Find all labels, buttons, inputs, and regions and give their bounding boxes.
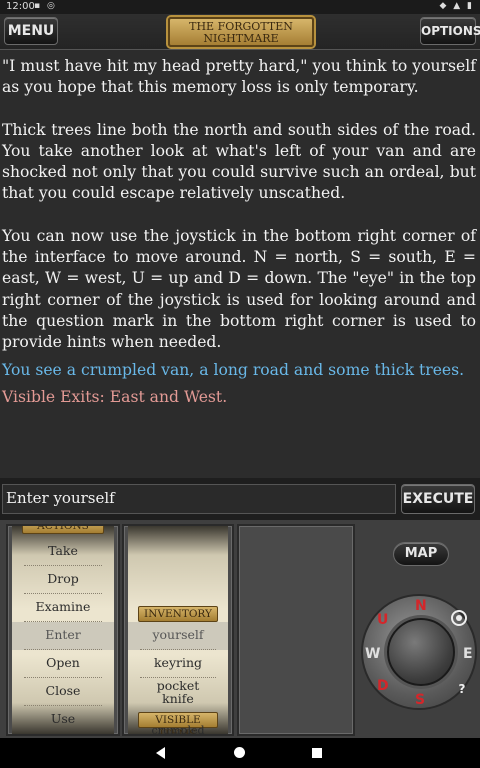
command-row: Enter yourself EXECUTE bbox=[0, 478, 480, 520]
inventory-item-label: keyring bbox=[153, 655, 203, 670]
story-paragraph: You can now use the joystick in the bott… bbox=[2, 226, 476, 352]
game-title-plaque: THE FORGOTTEN NIGHTMARE bbox=[168, 17, 314, 47]
home-icon[interactable] bbox=[234, 747, 245, 758]
verb-examine[interactable]: Examine bbox=[12, 594, 114, 622]
navigation-bar bbox=[0, 738, 480, 768]
verb-label: Drop bbox=[47, 571, 79, 586]
up-button[interactable]: U bbox=[377, 612, 388, 628]
north-button[interactable]: N bbox=[415, 598, 427, 614]
recents-icon[interactable] bbox=[312, 748, 322, 758]
verb-open[interactable]: Open bbox=[12, 650, 114, 678]
system-icons: ◆ ▲ ▮ bbox=[439, 1, 474, 11]
inventory-item-line: knife bbox=[162, 691, 194, 706]
you-see-text: You see a crumpled van, a long road and … bbox=[2, 360, 465, 379]
down-button[interactable]: D bbox=[377, 678, 389, 694]
verb-label: Take bbox=[48, 543, 78, 558]
verb-enter-selected[interactable]: Enter bbox=[12, 622, 114, 650]
joystick-knob[interactable] bbox=[387, 618, 455, 686]
back-icon[interactable] bbox=[156, 747, 165, 759]
west-button[interactable]: W bbox=[365, 646, 380, 662]
east-button[interactable]: E bbox=[463, 646, 473, 662]
empty-panel bbox=[237, 524, 355, 736]
verb-label: Open bbox=[46, 655, 80, 670]
verb-take[interactable]: Take bbox=[12, 538, 114, 566]
south-button[interactable]: S bbox=[415, 692, 425, 708]
joystick[interactable]: N S E W U D ? bbox=[361, 594, 477, 710]
inventory-item-label: yourself bbox=[152, 627, 204, 642]
verb-label: Close bbox=[45, 683, 81, 698]
title-line-2: NIGHTMARE bbox=[203, 32, 279, 45]
inventory-wheel-frame: INVENTORY yourself keyring pocket knife … bbox=[122, 524, 234, 736]
notification-icons: ▪ ◎ bbox=[34, 1, 57, 11]
verb-label: Use bbox=[50, 711, 76, 726]
verb-label: Examine bbox=[35, 599, 91, 614]
inventory-item[interactable]: keyring bbox=[128, 650, 228, 678]
inventory-wheel[interactable]: INVENTORY yourself keyring pocket knife … bbox=[128, 526, 228, 734]
verb-use[interactable]: Use bbox=[12, 706, 114, 734]
actions-label: ACTIONS bbox=[22, 526, 104, 534]
verb-wheel[interactable]: ACTIONS Take Drop Examine Enter Open Clo… bbox=[12, 526, 114, 734]
story-text-area[interactable]: "I must have hit my head pretty hard," y… bbox=[0, 50, 480, 478]
menu-button[interactable]: MENU bbox=[4, 17, 58, 45]
inventory-item[interactable]: pocket knife bbox=[128, 678, 228, 708]
verb-label: Enter bbox=[45, 627, 81, 642]
inventory-label: INVENTORY bbox=[138, 606, 218, 622]
clock: 12:00 bbox=[6, 1, 35, 12]
visible-exits-text: Visible Exits: East and West. bbox=[2, 387, 228, 406]
execute-button[interactable]: EXECUTE bbox=[401, 484, 475, 514]
top-bar: MENU THE FORGOTTEN NIGHTMARE OPTIONS bbox=[0, 14, 480, 50]
hint-icon[interactable]: ? bbox=[455, 682, 469, 696]
map-button[interactable]: MAP bbox=[393, 542, 449, 566]
verb-drop[interactable]: Drop bbox=[12, 566, 114, 594]
status-bar: 12:00 ▪ ◎ ◆ ▲ ▮ bbox=[0, 0, 480, 14]
visible-item-partial[interactable]: crumpled bbox=[128, 724, 228, 734]
story-paragraph: Thick trees line both the north and sout… bbox=[2, 120, 476, 203]
control-panel: ACTIONS Take Drop Examine Enter Open Clo… bbox=[0, 520, 480, 738]
command-input[interactable]: Enter yourself bbox=[2, 484, 396, 514]
story-paragraph: "I must have hit my head pretty hard," y… bbox=[2, 57, 476, 97]
verb-wheel-frame: ACTIONS Take Drop Examine Enter Open Clo… bbox=[6, 524, 120, 736]
inventory-item-selected[interactable]: yourself bbox=[128, 622, 228, 650]
verb-close[interactable]: Close bbox=[12, 678, 114, 706]
eye-icon[interactable] bbox=[451, 610, 467, 626]
options-button[interactable]: OPTIONS bbox=[420, 17, 480, 45]
